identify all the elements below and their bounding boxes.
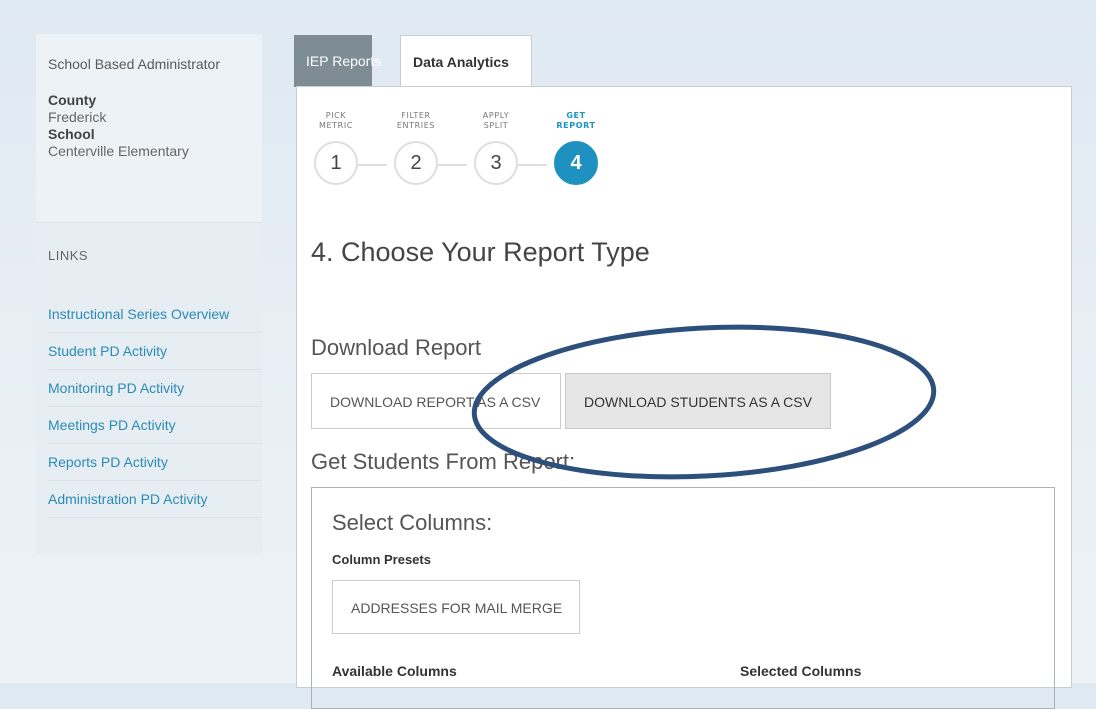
step-filter-entries[interactable]: FILTER ENTRIES 2 bbox=[391, 111, 441, 185]
step-number: 4 bbox=[554, 141, 598, 185]
download-report-heading: Download Report bbox=[311, 335, 481, 360]
selected-columns-label: Selected Columns bbox=[740, 663, 862, 679]
addresses-mail-merge-button[interactable]: ADDRESSES FOR MAIL MERGE bbox=[332, 580, 580, 634]
county-info: County Frederick bbox=[48, 92, 106, 126]
link-monitoring-pd-activity[interactable]: Monitoring PD Activity bbox=[48, 370, 262, 407]
step-label: GET REPORT bbox=[556, 111, 596, 130]
column-presets-label: Column Presets bbox=[332, 552, 431, 567]
links-heading: LINKS bbox=[48, 248, 89, 263]
available-columns-label: Available Columns bbox=[332, 663, 457, 679]
school-label: School bbox=[48, 126, 95, 142]
step-label: FILTER ENTRIES bbox=[396, 111, 436, 130]
link-reports-pd-activity[interactable]: Reports PD Activity bbox=[48, 444, 262, 481]
county-value: Frederick bbox=[48, 109, 107, 125]
main-panel: PICK METRIC 1 FILTER ENTRIES 2 APPLY SPLIT … bbox=[296, 86, 1072, 709]
step-label: APPLY SPLIT bbox=[482, 111, 510, 130]
select-columns-heading: Select Columns: bbox=[332, 510, 493, 535]
students-panel: Select Columns: Column Presets ADDRESSES… bbox=[311, 487, 1055, 709]
profile-card: School Based Administrator County Freder… bbox=[36, 34, 262, 223]
link-student-pd-activity[interactable]: Student PD Activity bbox=[48, 333, 262, 370]
download-students-csv-button[interactable]: DOWNLOAD STUDENTS AS A CSV bbox=[565, 373, 831, 429]
link-administration-pd-activity[interactable]: Administration PD Activity bbox=[48, 481, 262, 518]
links-list: Instructional Series Overview Student PD… bbox=[48, 296, 262, 518]
page-title: 4. Choose Your Report Type bbox=[311, 237, 650, 267]
get-students-heading: Get Students From Report: bbox=[311, 449, 576, 474]
link-instructional-series-overview[interactable]: Instructional Series Overview bbox=[48, 296, 262, 333]
school-value: Centerville Elementary bbox=[48, 143, 189, 159]
tab-data-analytics[interactable]: Data Analytics bbox=[400, 35, 532, 87]
step-number: 2 bbox=[394, 141, 438, 185]
download-report-csv-button[interactable]: DOWNLOAD REPORT AS A CSV bbox=[311, 373, 561, 429]
tab-iep-reports[interactable]: IEP Reports bbox=[294, 35, 381, 87]
county-label: County bbox=[48, 92, 97, 108]
step-number: 3 bbox=[474, 141, 518, 185]
step-apply-split[interactable]: APPLY SPLIT 3 bbox=[471, 111, 521, 185]
step-number: 1 bbox=[314, 141, 358, 185]
school-info: School Centerville Elementary bbox=[48, 126, 189, 160]
step-get-report[interactable]: GET REPORT 4 bbox=[551, 111, 601, 185]
link-meetings-pd-activity[interactable]: Meetings PD Activity bbox=[48, 407, 262, 444]
step-label: PICK METRIC bbox=[319, 111, 353, 130]
sidebar: School Based Administrator County Freder… bbox=[36, 34, 262, 554]
user-role: School Based Administrator bbox=[48, 56, 220, 72]
step-pick-metric[interactable]: PICK METRIC 1 bbox=[311, 111, 361, 185]
